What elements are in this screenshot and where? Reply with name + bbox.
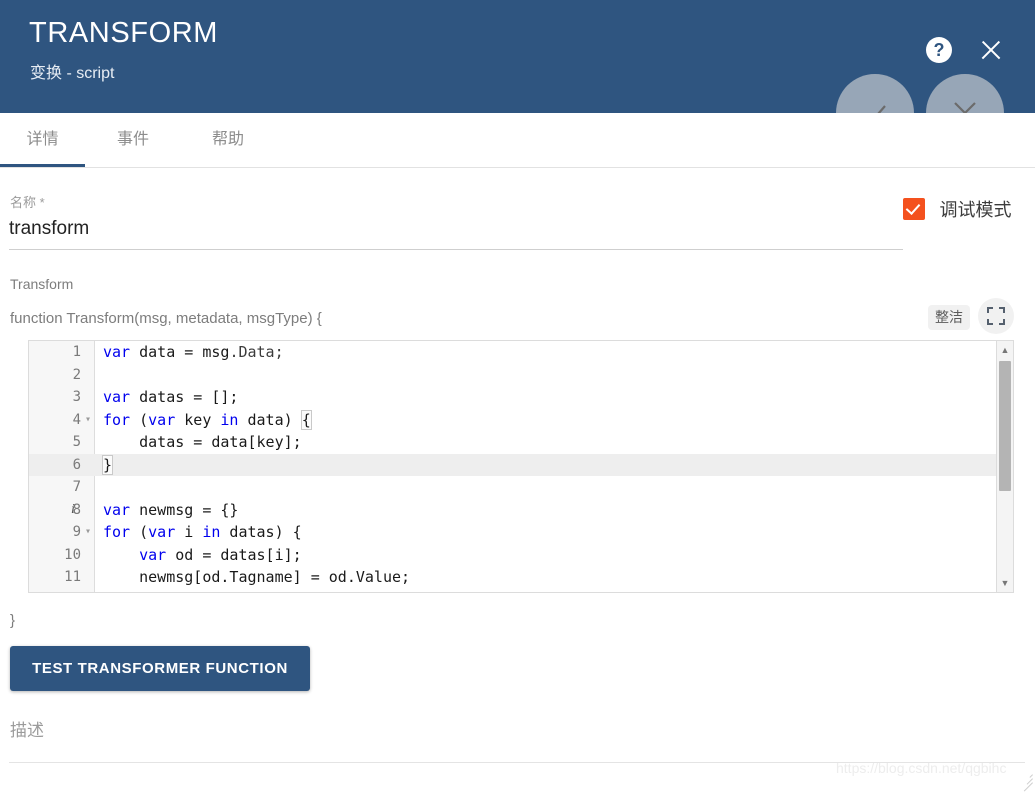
page-title: TRANSFORM	[29, 17, 219, 49]
function-closing-brace: }	[10, 612, 16, 629]
code-editor[interactable]: 1 var data = msg.Data; 2 3 var datas = []; 4 ▾…	[28, 340, 1014, 593]
code-line[interactable]: 6}	[29, 453, 1013, 476]
code-line[interactable]: 2	[29, 364, 1013, 387]
code-line[interactable]: 1 var data = msg.Data;	[29, 341, 1013, 364]
line-number: 11	[64, 569, 81, 585]
scrollbar-thumb[interactable]	[999, 361, 1011, 491]
active-tab-indicator	[0, 164, 85, 167]
tab-bar: 详情 事件 帮助	[0, 113, 1035, 168]
help-icon[interactable]: ?	[926, 37, 952, 63]
code-text: }	[101, 454, 114, 475]
code-text: var datas = [];	[103, 388, 239, 406]
code-line[interactable]: 8 i var newmsg = {}	[29, 499, 1013, 522]
name-input-underline	[9, 249, 903, 250]
debug-mode-label: 调试模式	[939, 200, 1012, 220]
resize-handle[interactable]	[1019, 771, 1033, 792]
code-line[interactable]: 3 var datas = [];	[29, 386, 1013, 409]
code-text: for (var key in data) {	[103, 409, 312, 430]
script-section-title: Transform	[10, 276, 74, 292]
code-text: var data = msg.Data;	[103, 343, 284, 361]
tab-events[interactable]: 事件	[95, 113, 171, 167]
scroll-up-icon[interactable]: ▲	[997, 342, 1013, 358]
code-line[interactable]: 10 var od = datas[i];	[29, 544, 1013, 567]
line-number: 10	[64, 546, 81, 563]
line-number: 9	[72, 524, 81, 540]
description-underline	[9, 762, 1025, 763]
line-number: 1	[72, 344, 81, 360]
code-text: for (var i in datas) {	[103, 523, 302, 541]
close-icon[interactable]	[976, 35, 1006, 65]
code-content[interactable]: 1 var data = msg.Data; 2 3 var datas = []; 4 ▾…	[29, 341, 1013, 592]
line-number: 3	[72, 389, 81, 405]
code-text: var od = datas[i];	[139, 545, 302, 564]
line-number: 4	[72, 411, 81, 428]
code-line[interactable]: 4 ▾ for (var key in data) {	[29, 409, 1013, 432]
function-signature: function Transform(msg, metadata, msgTyp…	[10, 310, 322, 327]
code-fold-toggle-icon[interactable]: ▾	[85, 521, 91, 544]
name-input[interactable]: transform	[9, 218, 89, 240]
code-line[interactable]: 11 newmsg[od.Tagname] = od.Value;	[29, 566, 1013, 589]
line-number: 5	[72, 434, 81, 450]
fullscreen-icon	[987, 307, 1005, 329]
line-number: 2	[72, 366, 81, 383]
tidy-button[interactable]: 整洁	[928, 305, 970, 330]
scroll-down-icon[interactable]: ▼	[997, 575, 1013, 591]
code-fold-toggle-icon[interactable]: ▾	[85, 409, 91, 432]
code-text: newmsg[od.Tagname] = od.Value;	[103, 568, 411, 586]
code-line[interactable]: 5 datas = data[key];	[29, 431, 1013, 454]
line-number: 7	[72, 479, 81, 495]
code-line[interactable]: 9 ▾ for (var i in datas) {	[29, 521, 1013, 544]
name-field-label: 名称 *	[10, 195, 45, 210]
tab-details[interactable]: 详情	[0, 113, 85, 167]
checkbox-checked-icon	[903, 198, 925, 220]
debug-mode-checkbox[interactable]: 调试模式	[903, 196, 1011, 222]
code-text: datas = data[key];	[103, 433, 302, 451]
fullscreen-button[interactable]	[978, 298, 1014, 334]
code-text: var newmsg = {}	[103, 500, 239, 519]
lint-info-icon[interactable]: i	[67, 499, 79, 522]
tab-help[interactable]: 帮助	[190, 113, 266, 167]
code-line[interactable]: 7	[29, 476, 1013, 499]
editor-scrollbar[interactable]: ▲ ▼	[996, 341, 1013, 592]
page-subtitle: 变换 - script	[30, 65, 115, 82]
test-transformer-function-button[interactable]: TEST TRANSFORMER FUNCTION	[10, 646, 310, 691]
line-number: 6	[72, 456, 81, 473]
description-input[interactable]: 描述	[10, 716, 44, 741]
